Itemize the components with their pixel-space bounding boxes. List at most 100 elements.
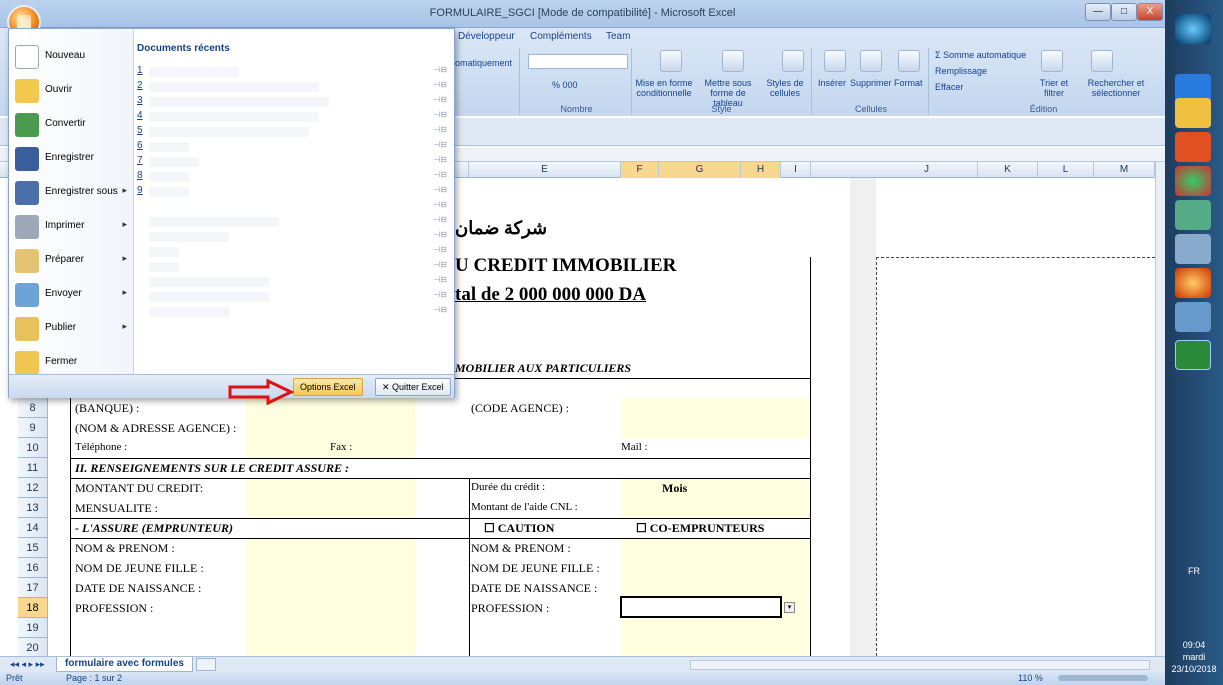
pin-icon[interactable]: ⊣⊟ bbox=[433, 275, 447, 284]
maximize-button[interactable]: □ bbox=[1111, 3, 1137, 21]
menu-item-envoyer[interactable]: Envoyer ▸ bbox=[13, 279, 131, 311]
input-amount[interactable] bbox=[246, 478, 415, 518]
chrome-icon[interactable] bbox=[1175, 166, 1211, 196]
cell-styles-button[interactable]: Styles de cellules bbox=[762, 78, 808, 98]
menu-item-publier[interactable]: Publier ▸ bbox=[13, 313, 131, 345]
checkbox-caution[interactable]: ☐ CAUTION bbox=[484, 521, 554, 536]
insert-button[interactable]: Insérer bbox=[818, 78, 846, 88]
firefox-icon[interactable] bbox=[1175, 268, 1211, 298]
col-i[interactable]: I bbox=[781, 162, 811, 178]
pin-icon[interactable]: ⊣⊟ bbox=[433, 230, 447, 239]
zoom-level[interactable]: 110 % bbox=[1018, 673, 1043, 683]
recent-doc[interactable]: ⊣⊟ bbox=[137, 215, 447, 229]
pin-icon[interactable]: ⊣⊟ bbox=[433, 200, 447, 209]
find-select-button[interactable]: Rechercher et sélectionner bbox=[1081, 78, 1151, 98]
row-header[interactable]: 15 bbox=[18, 538, 48, 558]
recent-doc[interactable]: 7 ⊣⊟ bbox=[137, 155, 447, 169]
menu-item-ouvrir[interactable]: Ouvrir bbox=[13, 75, 131, 107]
col-g[interactable]: G bbox=[659, 162, 741, 178]
recent-doc[interactable]: ⊣⊟ bbox=[137, 200, 447, 214]
recent-doc[interactable]: 2 ⊣⊟ bbox=[137, 80, 447, 94]
pin-icon[interactable]: ⊣⊟ bbox=[433, 80, 447, 89]
row-header[interactable]: 13 bbox=[18, 498, 48, 518]
active-cell[interactable] bbox=[620, 596, 782, 618]
row-header[interactable]: 14 bbox=[18, 518, 48, 538]
pin-icon[interactable]: ⊣⊟ bbox=[433, 140, 447, 149]
settings-icon[interactable] bbox=[1175, 302, 1211, 332]
percent-format-button[interactable]: % 000 bbox=[552, 80, 578, 90]
autosum-button[interactable]: Σ Somme automatique bbox=[935, 50, 1026, 60]
row-header[interactable]: 10 bbox=[18, 438, 48, 458]
col-j[interactable]: J bbox=[876, 162, 978, 178]
recent-doc[interactable]: ⊣⊟ bbox=[137, 290, 447, 304]
menu-item-imprimer[interactable]: Imprimer ▸ bbox=[13, 211, 131, 243]
pin-icon[interactable]: ⊣⊟ bbox=[433, 155, 447, 164]
input-duration[interactable] bbox=[621, 478, 810, 518]
vertical-scrollbar[interactable] bbox=[1155, 162, 1165, 656]
col-h[interactable]: H bbox=[741, 162, 781, 178]
zoom-slider[interactable] bbox=[1058, 675, 1148, 681]
dropdown-arrow-icon[interactable]: ▾ bbox=[784, 602, 795, 613]
pin-icon[interactable]: ⊣⊟ bbox=[433, 185, 447, 194]
col-f[interactable]: F bbox=[621, 162, 659, 178]
row-header-selected[interactable]: 18 bbox=[18, 598, 48, 618]
start-button-icon[interactable] bbox=[1175, 14, 1211, 44]
menu-item-enregistrer[interactable]: Enregistrer bbox=[13, 143, 131, 175]
pin-icon[interactable]: ⊣⊟ bbox=[433, 260, 447, 269]
tab-developpeur[interactable]: Développeur bbox=[458, 31, 515, 42]
recent-doc[interactable]: ⊣⊟ bbox=[137, 275, 447, 289]
pin-icon[interactable]: ⊣⊟ bbox=[433, 95, 447, 104]
input-agency-code[interactable] bbox=[621, 398, 810, 438]
col-m[interactable]: M bbox=[1094, 162, 1155, 178]
sort-filter-button[interactable]: Trier et filtrer bbox=[1029, 78, 1079, 98]
row-header[interactable]: 16 bbox=[18, 558, 48, 578]
row-header[interactable]: 9 bbox=[18, 418, 48, 438]
row-header[interactable]: 12 bbox=[18, 478, 48, 498]
recent-doc[interactable]: ⊣⊟ bbox=[137, 245, 447, 259]
wrap-text-label[interactable]: omatiquement bbox=[455, 58, 512, 68]
pin-icon[interactable]: ⊣⊟ bbox=[433, 110, 447, 119]
checkbox-coborrowers[interactable]: ☐ CO-EMPRUNTEURS bbox=[636, 521, 764, 536]
recent-doc[interactable]: 3 ⊣⊟ bbox=[137, 95, 447, 109]
minimize-button[interactable]: — bbox=[1085, 3, 1111, 21]
quit-excel-button[interactable]: ✕ Quitter Excel bbox=[375, 378, 451, 396]
excel-icon[interactable] bbox=[1175, 340, 1211, 370]
row-header[interactable]: 20 bbox=[18, 638, 48, 658]
row-header[interactable]: 11 bbox=[18, 458, 48, 478]
recent-doc[interactable]: ⊣⊟ bbox=[137, 230, 447, 244]
delete-button[interactable]: Supprimer bbox=[850, 78, 892, 88]
pin-icon[interactable]: ⊣⊟ bbox=[433, 125, 447, 134]
media-icon[interactable] bbox=[1175, 132, 1211, 162]
sheet-nav-icon[interactable]: ◂◂ ◂ ▸ ▸▸ bbox=[10, 659, 45, 670]
number-format-dropdown[interactable] bbox=[528, 54, 628, 69]
clear-button[interactable]: Effacer bbox=[935, 82, 963, 92]
conditional-format-button[interactable]: Mise en forme conditionnelle bbox=[634, 78, 694, 98]
row-header[interactable]: 17 bbox=[18, 578, 48, 598]
tab-team[interactable]: Team bbox=[606, 31, 630, 42]
close-button[interactable]: X bbox=[1137, 3, 1163, 21]
recent-doc[interactable]: 4 ⊣⊟ bbox=[137, 110, 447, 124]
pin-icon[interactable]: ⊣⊟ bbox=[433, 245, 447, 254]
pin-icon[interactable]: ⊣⊟ bbox=[433, 170, 447, 179]
input-borrower[interactable] bbox=[246, 538, 415, 656]
recent-doc[interactable]: 1 ⊣⊟ bbox=[137, 65, 447, 79]
menu-item-enregistrer-sous[interactable]: Enregistrer sous ▸ bbox=[13, 177, 131, 209]
format-button[interactable]: Format bbox=[894, 78, 923, 88]
menu-item-preparer[interactable]: Préparer ▸ bbox=[13, 245, 131, 277]
row-header[interactable]: 19 bbox=[18, 618, 48, 638]
new-sheet-icon[interactable] bbox=[196, 658, 216, 671]
row-header[interactable]: 8 bbox=[18, 398, 48, 418]
fill-button[interactable]: Remplissage bbox=[935, 66, 987, 76]
pin-icon[interactable]: ⊣⊟ bbox=[433, 305, 447, 314]
language-indicator[interactable]: FR bbox=[1165, 566, 1223, 576]
horizontal-scrollbar[interactable] bbox=[690, 660, 1150, 670]
recent-doc[interactable]: ⊣⊟ bbox=[137, 305, 447, 319]
col-k[interactable]: K bbox=[978, 162, 1038, 178]
recent-doc[interactable]: ⊣⊟ bbox=[137, 260, 447, 274]
recent-doc[interactable]: 9 ⊣⊟ bbox=[137, 185, 447, 199]
tools-icon[interactable] bbox=[1175, 234, 1211, 264]
pin-icon[interactable]: ⊣⊟ bbox=[433, 215, 447, 224]
menu-item-nouveau[interactable]: Nouveau bbox=[13, 41, 131, 73]
sheet-tab-active[interactable]: formulaire avec formules bbox=[56, 657, 193, 672]
menu-item-convertir[interactable]: Convertir bbox=[13, 109, 131, 141]
